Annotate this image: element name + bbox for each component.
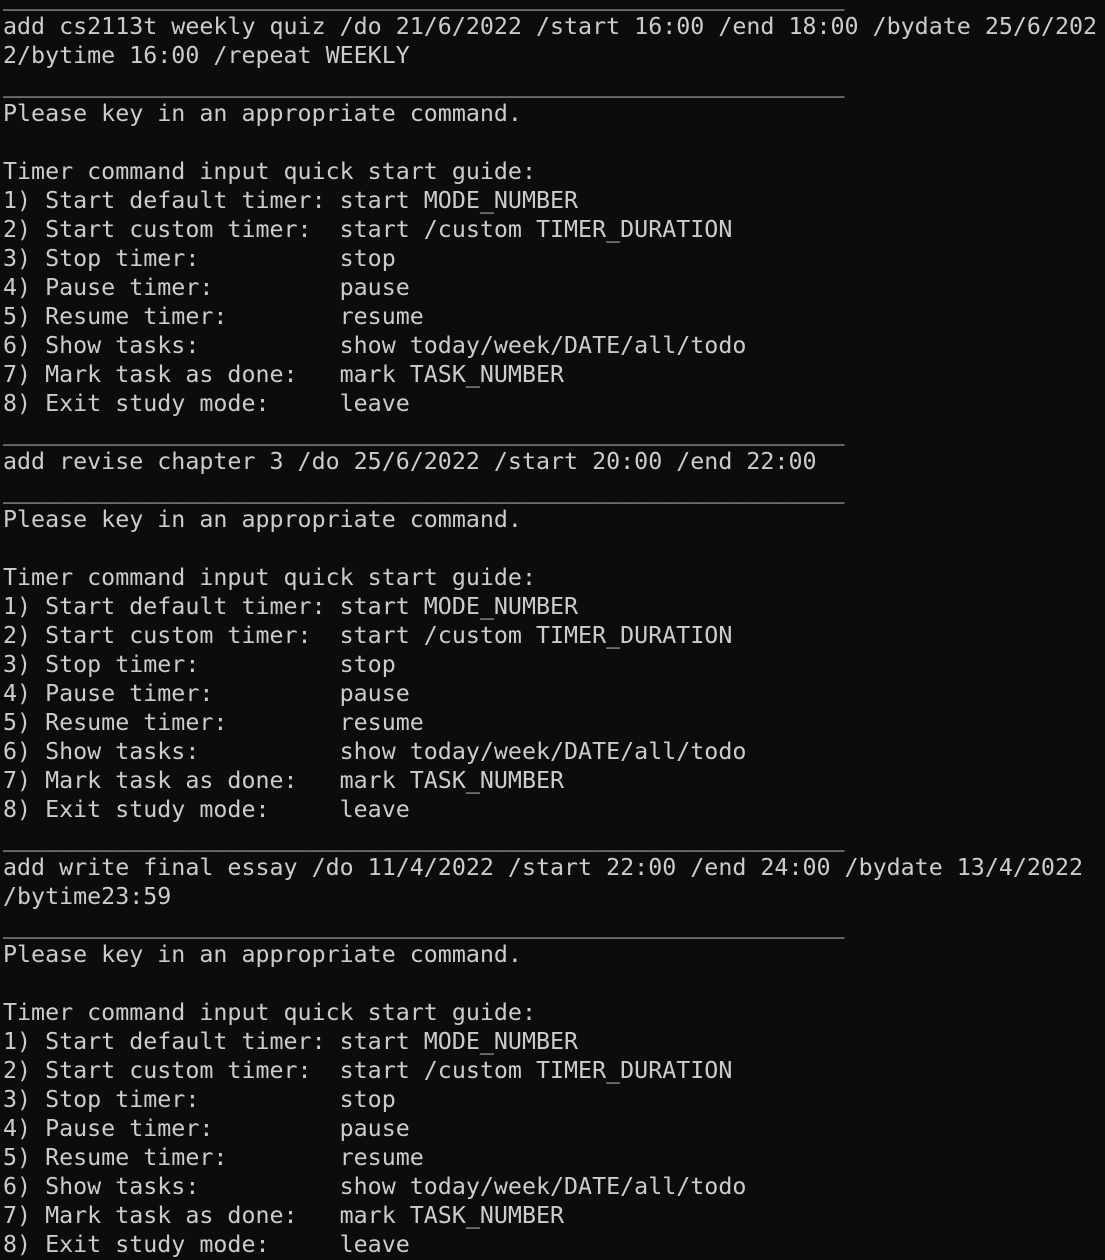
command-input-line: add revise chapter 3 /do 25/6/2022 /star… bbox=[3, 448, 817, 475]
output-line: 8) Exit study mode: leave bbox=[3, 390, 410, 417]
output-line: 2) Start custom timer: start /custom TIM… bbox=[3, 1057, 733, 1084]
output-line: 1) Start default timer: start MODE_NUMBE… bbox=[3, 593, 579, 620]
command-input-line: add write final essay /do 11/4/2022 /sta… bbox=[3, 854, 1083, 881]
output-line: 5) Resume timer: resume bbox=[3, 1144, 424, 1171]
output-line: Timer command input quick start guide: bbox=[3, 564, 536, 591]
output-line: 8) Exit study mode: leave bbox=[3, 1231, 410, 1258]
output-line: 7) Mark task as done: mark TASK_NUMBER bbox=[3, 361, 565, 388]
separator-line: ________________________________________… bbox=[3, 0, 1105, 12]
output-line: 2) Start custom timer: start /custom TIM… bbox=[3, 216, 733, 243]
output-line: 5) Resume timer: resume bbox=[3, 709, 424, 736]
output-line: Timer command input quick start guide: bbox=[3, 158, 536, 185]
output-line: 7) Mark task as done: mark TASK_NUMBER bbox=[3, 1202, 565, 1229]
output-line: 4) Pause timer: pause bbox=[3, 274, 410, 301]
output-line: 1) Start default timer: start MODE_NUMBE… bbox=[3, 187, 579, 214]
output-line: 6) Show tasks: show today/week/DATE/all/… bbox=[3, 1173, 747, 1200]
output-line: 5) Resume timer: resume bbox=[3, 303, 424, 330]
separator-line: ________________________________________… bbox=[3, 71, 845, 98]
command-input-line: /bytime23:59 bbox=[3, 883, 172, 910]
command-input-line: add cs2113t weekly quiz /do 21/6/2022 /s… bbox=[3, 13, 1098, 40]
output-line: 4) Pause timer: pause bbox=[3, 680, 410, 707]
output-line: Please key in an appropriate command. bbox=[3, 941, 522, 968]
separator-line: ________________________________________… bbox=[3, 912, 845, 939]
output-line: 3) Stop timer: stop bbox=[3, 651, 396, 678]
command-input-line: 2/bytime 16:00 /repeat WEEKLY bbox=[3, 42, 410, 69]
separator-line: ________________________________________… bbox=[3, 477, 845, 504]
output-line: 6) Show tasks: show today/week/DATE/all/… bbox=[3, 738, 747, 765]
output-line: 8) Exit study mode: leave bbox=[3, 796, 410, 823]
separator-line: ________________________________________… bbox=[3, 825, 845, 852]
output-line: 2) Start custom timer: start /custom TIM… bbox=[3, 622, 733, 649]
terminal-output[interactable]: ________________________________________… bbox=[3, 0, 1105, 1259]
output-line: Please key in an appropriate command. bbox=[3, 100, 522, 127]
output-line: Timer command input quick start guide: bbox=[3, 999, 536, 1026]
output-line: Please key in an appropriate command. bbox=[3, 506, 522, 533]
output-line: 1) Start default timer: start MODE_NUMBE… bbox=[3, 1028, 579, 1055]
output-line: 4) Pause timer: pause bbox=[3, 1115, 410, 1142]
output-line: 6) Show tasks: show today/week/DATE/all/… bbox=[3, 332, 747, 359]
output-line: 7) Mark task as done: mark TASK_NUMBER bbox=[3, 767, 565, 794]
output-line: 3) Stop timer: stop bbox=[3, 245, 396, 272]
separator-line: ________________________________________… bbox=[3, 419, 845, 446]
output-line: 3) Stop timer: stop bbox=[3, 1086, 396, 1113]
